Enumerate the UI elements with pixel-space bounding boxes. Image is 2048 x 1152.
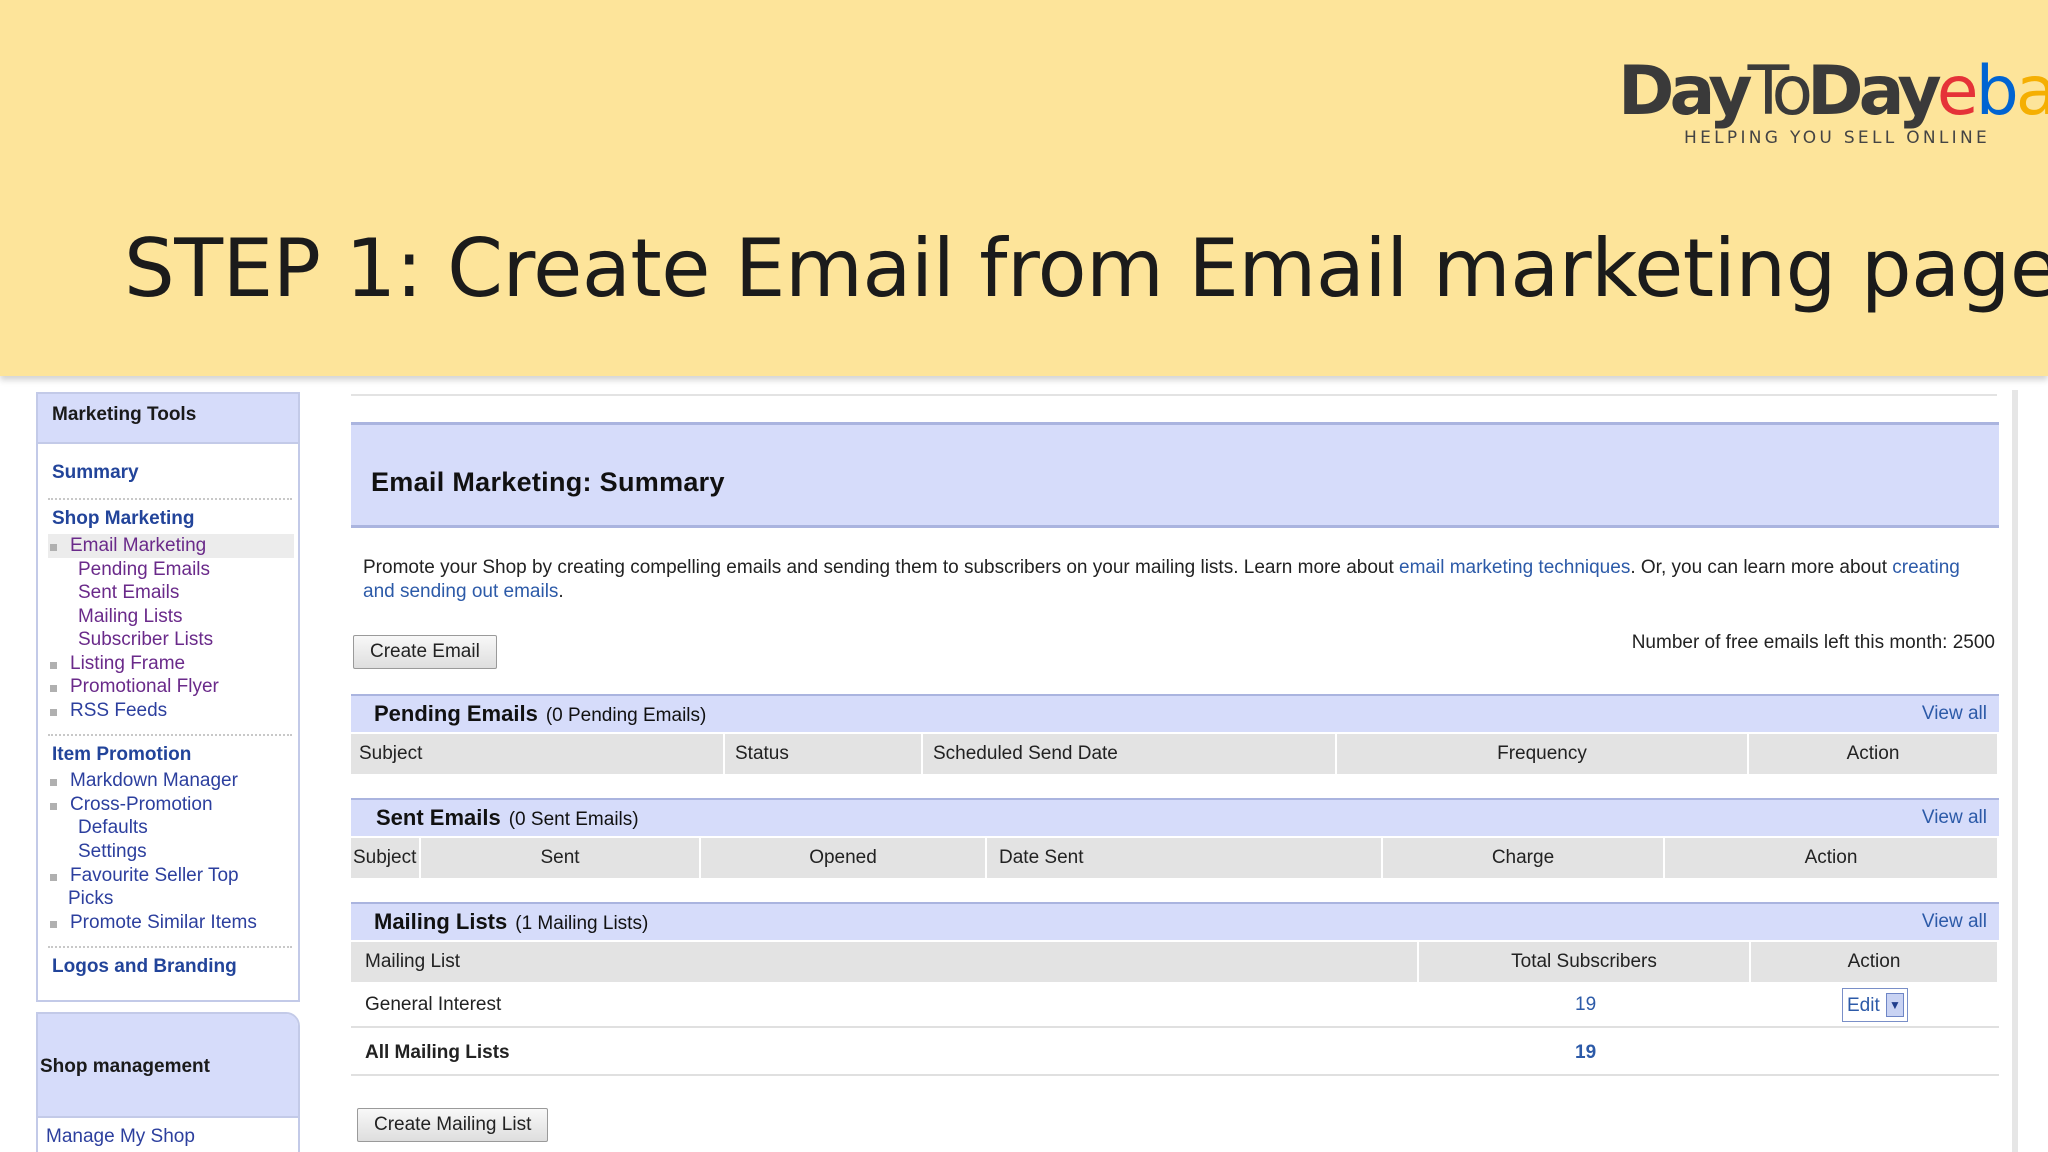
total-subscribers-link[interactable]: 19 <box>1575 1042 1596 1064</box>
column-header[interactable]: Subject <box>351 838 421 878</box>
column-header[interactable]: Status <box>725 734 923 774</box>
create-mailing-list-button[interactable]: Create Mailing List <box>357 1108 549 1142</box>
sidebar-item-picks[interactable]: Picks <box>68 888 113 910</box>
chevron-down-icon[interactable]: ▼ <box>1886 993 1904 1017</box>
sidebar-item-markdown-manager[interactable]: Markdown Manager <box>70 770 238 792</box>
column-header[interactable]: Total Subscribers <box>1419 942 1751 982</box>
main-content: Email Marketing: Summary Promote your Sh… <box>351 392 1999 1152</box>
bullet-icon <box>50 544 57 551</box>
logo-tagline: HELPING YOU SELL ONLINE <box>1684 128 1991 148</box>
column-header[interactable]: Mailing List <box>351 942 1419 982</box>
sidebar-item-mailing-lists[interactable]: Mailing Lists <box>78 606 183 628</box>
column-header[interactable]: Frequency <box>1337 734 1749 774</box>
table-row-total: All Mailing Lists 19 <box>351 1030 1999 1076</box>
all-mailing-lists-label: All Mailing Lists <box>365 1042 510 1063</box>
pending-emails-columns: Subject Status Scheduled Send Date Frequ… <box>351 734 1999 774</box>
sent-emails-columns: Subject Sent Opened Date Sent Charge Act… <box>351 838 1999 878</box>
daytoday-ebay-logo: DayToDayebay HELPING YOU SELL ONLINE <box>1618 52 2048 152</box>
sidebar-item-subscriber-lists[interactable]: Subscriber Lists <box>78 629 213 651</box>
sidebar-item-defaults[interactable]: Defaults <box>78 817 148 839</box>
logo-part-day: Day <box>1618 52 1753 131</box>
page-scrollbar[interactable] <box>2012 390 2018 1152</box>
mailing-view-all-link[interactable]: View all <box>1922 911 1987 933</box>
sent-view-all-link[interactable]: View all <box>1922 807 1987 829</box>
email-marketing-techniques-link[interactable]: email marketing techniques <box>1399 557 1630 578</box>
shop-management-header: Shop management <box>38 1014 298 1118</box>
pending-view-all-link[interactable]: View all <box>1922 703 1987 725</box>
sidebar-divider <box>48 946 292 948</box>
sidebar-item-cross-promotion[interactable]: Cross-Promotion <box>70 794 213 816</box>
sidebar-item-pending-emails[interactable]: Pending Emails <box>78 559 210 581</box>
sent-emails-title: Sent Emails (0 Sent Emails) <box>376 805 639 830</box>
sidebar-header: Marketing Tools <box>38 394 298 444</box>
bullet-icon <box>50 709 57 716</box>
column-header[interactable]: Charge <box>1383 838 1665 878</box>
create-email-button[interactable]: Create Email <box>353 635 497 669</box>
bullet-icon <box>50 921 57 928</box>
slide-banner: DayToDayebay HELPING YOU SELL ONLINE STE… <box>0 0 2048 376</box>
edit-action-dropdown[interactable]: Edit ▼ <box>1842 988 1908 1022</box>
sidebar-link-shop-marketing[interactable]: Shop Marketing <box>52 508 195 530</box>
logo-part-to: To <box>1747 52 1814 131</box>
column-header[interactable]: Sent <box>421 838 701 878</box>
page-title: Email Marketing: Summary <box>371 467 725 497</box>
mailing-lists-section-header: Mailing Lists (1 Mailing Lists) View all <box>351 902 1999 940</box>
sidebar-item-sent-emails[interactable]: Sent Emails <box>78 582 179 604</box>
mailing-lists-title: Mailing Lists (1 Mailing Lists) <box>374 909 649 934</box>
sidebar-item-promotional-flyer[interactable]: Promotional Flyer <box>70 676 219 698</box>
mailing-list-name: General Interest <box>365 994 502 1015</box>
slide-title: STEP 1: Create Email from Email marketin… <box>124 222 2048 315</box>
mailing-lists-count: (1 Mailing Lists) <box>515 913 649 934</box>
column-header[interactable]: Subject <box>351 734 725 774</box>
sidebar-item-promote-similar-items[interactable]: Promote Similar Items <box>70 912 257 934</box>
column-header: Action <box>1749 734 1999 774</box>
column-header[interactable]: Scheduled Send Date <box>923 734 1337 774</box>
sidebar-divider <box>48 734 292 736</box>
intro-text: Promote your Shop by creating compelling… <box>363 557 1400 578</box>
bullet-icon <box>50 803 57 810</box>
pending-emails-count: (0 Pending Emails) <box>545 705 707 726</box>
sidebar-link-item-promotion[interactable]: Item Promotion <box>52 744 191 766</box>
sidebar-item-listing-frame[interactable]: Listing Frame <box>70 653 185 675</box>
pending-emails-title: Pending Emails (0 Pending Emails) <box>374 701 707 726</box>
sent-emails-count: (0 Sent Emails) <box>508 809 639 830</box>
pending-emails-section-header: Pending Emails (0 Pending Emails) View al… <box>351 694 1999 732</box>
logo-wordmark: DayToDayebay <box>1618 52 2048 132</box>
bullet-icon <box>50 874 57 881</box>
sent-emails-section-header: Sent Emails (0 Sent Emails) View all <box>351 798 1999 836</box>
intro-paragraph: Promote your Shop by creating compelling… <box>363 556 1993 604</box>
top-divider <box>351 394 1997 396</box>
intro-text-end: . <box>558 581 564 602</box>
sidebar-item-favourite-seller-top[interactable]: Favourite Seller Top <box>70 865 239 887</box>
bullet-icon <box>50 662 57 669</box>
sidebar-item-settings[interactable]: Settings <box>78 841 147 863</box>
bullet-icon <box>50 685 57 692</box>
free-emails-count: Number of free emails left this month: 2… <box>1631 632 1995 653</box>
bullet-icon <box>50 779 57 786</box>
sidebar-item-email-marketing[interactable]: Email Marketing <box>70 535 206 557</box>
edit-action-label: Edit <box>1847 995 1880 1016</box>
column-header[interactable]: Opened <box>701 838 987 878</box>
intro-text-mid: . Or, you can learn more about <box>1630 557 1893 578</box>
manage-my-shop-link[interactable]: Manage My Shop <box>46 1126 195 1148</box>
marketing-tools-sidebar: Marketing Tools Summary Shop Marketing E… <box>36 392 300 1002</box>
column-header: Action <box>1751 942 1999 982</box>
sidebar-link-summary[interactable]: Summary <box>52 462 139 484</box>
page-header: Email Marketing: Summary <box>351 422 1999 528</box>
logo-part-day2: Day <box>1807 52 1942 131</box>
mailing-lists-columns: Mailing List Total Subscribers Action <box>351 942 1999 982</box>
column-header: Action <box>1665 838 1999 878</box>
sidebar-divider <box>48 498 292 500</box>
sidebar-link-logos-branding[interactable]: Logos and Branding <box>52 956 237 978</box>
column-header[interactable]: Date Sent <box>987 838 1383 878</box>
subscriber-count-link[interactable]: 19 <box>1575 994 1596 1016</box>
shop-management-panel: Shop management Manage My Shop <box>36 1012 300 1152</box>
table-row: General Interest 19 Edit ▼ <box>351 982 1999 1028</box>
sidebar-item-rss-feeds[interactable]: RSS Feeds <box>70 700 167 722</box>
logo-ebay: ebay <box>1936 52 2048 131</box>
